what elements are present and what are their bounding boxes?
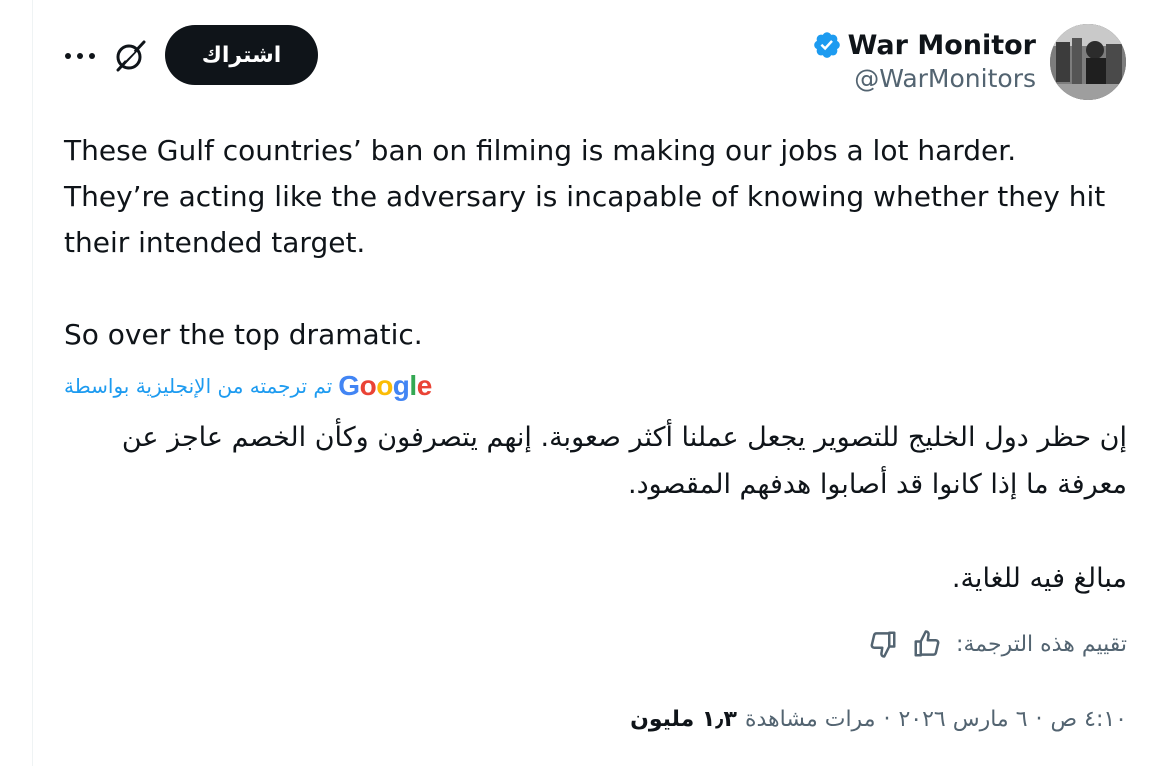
subscribe-button[interactable]: اشتراك: [165, 25, 318, 85]
more-horizontal-icon[interactable]: [62, 41, 98, 71]
rate-translation-label: تقييم هذه الترجمة:: [956, 631, 1127, 657]
rate-translation-row: تقييم هذه الترجمة:: [868, 624, 1127, 664]
author-handle[interactable]: @WarMonitors: [854, 64, 1036, 93]
thumbs-up-icon[interactable]: [912, 629, 942, 659]
tweet-time[interactable]: ٤:١٠ ص: [1051, 707, 1127, 732]
views-count: ١٫٣ مليون: [630, 706, 737, 732]
tweet-meta-row: ٤:١٠ ص · ٦ مارس ٢٠٢٦ · مرات مشاهدة ١٫٣ م…: [630, 700, 1127, 738]
translated-from-label: تم ترجمته من الإنجليزية بواسطة: [64, 374, 333, 398]
meta-separator: ·: [883, 706, 891, 732]
verified-badge-icon: [813, 32, 840, 58]
google-logo: Google: [338, 370, 432, 401]
author-name-row[interactable]: War Monitor: [812, 26, 1036, 64]
tweet-date[interactable]: ٦ مارس ٢٠٢٦: [898, 707, 1027, 732]
translated-by-row: تم ترجمته من الإنجليزية بواسطة Google: [64, 368, 432, 404]
tweet-text: These Gulf countries’ ban on filming is …: [64, 134, 1106, 351]
translated-text: إن حظر دول الخليج للتصوير يجعل عملنا أكث…: [121, 422, 1127, 594]
grok-icon[interactable]: [112, 38, 148, 74]
views-label: مرات مشاهدة: [744, 706, 876, 732]
avatar[interactable]: [1050, 24, 1126, 100]
author-display-name: War Monitor: [847, 29, 1036, 61]
meta-separator: ·: [1035, 706, 1043, 732]
thumbs-down-icon[interactable]: [868, 629, 898, 659]
